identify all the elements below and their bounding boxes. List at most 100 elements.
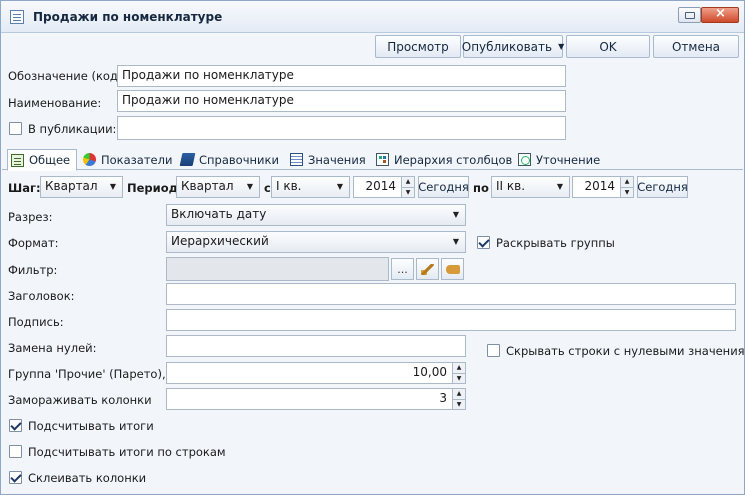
- spin-up-icon[interactable]: ▲: [452, 389, 465, 399]
- close-button[interactable]: ×: [701, 6, 739, 23]
- tab-general[interactable]: Общее: [7, 149, 77, 171]
- title-bar[interactable]: Продажи по номенклатуре ×: [1, 1, 744, 33]
- spin-up-icon[interactable]: ▲: [452, 363, 465, 373]
- window-title: Продажи по номенклатуре: [33, 10, 223, 24]
- section-value: Включать дату: [171, 207, 267, 221]
- period-label: Период:: [127, 181, 183, 195]
- brush-icon: [421, 263, 434, 275]
- zero-replace-field[interactable]: [166, 335, 466, 357]
- tab-references[interactable]: Справочники: [178, 149, 279, 170]
- freeze-columns-label: Замораживать колонки: [8, 393, 152, 407]
- today-from-button[interactable]: Сегодня: [418, 176, 469, 198]
- filter-clear-button[interactable]: [416, 258, 439, 280]
- zero-replace-label: Замена нулей:: [8, 341, 97, 355]
- calc-row-totals-checkbox[interactable]: [9, 445, 22, 458]
- filter-icon: [518, 153, 531, 166]
- to-year-value: 2014: [584, 179, 615, 193]
- merge-columns-checkbox[interactable]: [9, 471, 22, 484]
- hand-icon: [445, 264, 460, 274]
- from-quarter-select[interactable]: I кв. ▼: [271, 176, 350, 198]
- today-to-button[interactable]: Сегодня: [637, 176, 688, 198]
- tab-indicators[interactable]: Показатели: [80, 149, 172, 170]
- tab-indicators-label: Показатели: [101, 152, 173, 167]
- calc-totals-label: Подсчитывать итоги: [28, 419, 154, 433]
- name-field[interactable]: Продажи по номенклатуре: [117, 90, 566, 112]
- document-icon: [11, 153, 24, 167]
- from-year-value: 2014: [365, 179, 396, 193]
- format-select[interactable]: Иерархический ▼: [166, 231, 466, 253]
- today-from-label: Сегодня: [418, 180, 469, 194]
- step-label: Шаг:: [8, 181, 41, 195]
- other-group-label: Группа 'Прочие' (Парето), %: [8, 367, 181, 381]
- other-group-spinner[interactable]: 10,00 ▲ ▼: [166, 362, 466, 384]
- publish-label: Опубликовать: [461, 39, 553, 54]
- freeze-columns-value: 3: [439, 391, 447, 405]
- format-label: Формат:: [8, 236, 59, 250]
- spin-up-icon[interactable]: ▲: [620, 177, 633, 187]
- section-select[interactable]: Включать дату ▼: [166, 204, 466, 226]
- tab-refinement[interactable]: Уточнение: [515, 149, 600, 170]
- period-select[interactable]: Квартал ▼: [176, 176, 260, 198]
- spin-up-icon[interactable]: ▲: [401, 177, 414, 187]
- calc-totals-checkbox[interactable]: [9, 419, 22, 432]
- chevron-down-icon: ▼: [109, 182, 116, 191]
- chevron-down-icon: ▼: [452, 237, 459, 246]
- report-settings-window: Продажи по номенклатуре × Просмотр Опубл…: [0, 0, 745, 495]
- heading-label: Заголовок:: [8, 289, 75, 303]
- table-icon: [290, 153, 303, 166]
- heading-field[interactable]: [166, 283, 736, 305]
- to-year-spinner[interactable]: 2014 ▲ ▼: [572, 176, 634, 198]
- other-group-value: 10,00: [412, 365, 447, 379]
- tab-general-label: Общее: [29, 153, 71, 167]
- publication-checkbox[interactable]: [9, 122, 22, 135]
- publish-dropdown-button[interactable]: Опубликовать ▼: [461, 35, 565, 58]
- name-label: Наименование:: [8, 96, 102, 110]
- tab-column-hierarchy-label: Иерархия столбцов: [394, 152, 513, 167]
- caption-field[interactable]: [166, 309, 736, 331]
- code-label: Обозначение (код):: [8, 69, 127, 83]
- chevron-down-icon: ▼: [452, 210, 459, 219]
- from-year-spinner[interactable]: 2014 ▲ ▼: [353, 176, 415, 198]
- hide-zero-rows-checkbox[interactable]: [487, 344, 500, 357]
- merge-columns-label: Склеивать колонки: [28, 471, 147, 485]
- report-icon: [10, 10, 24, 24]
- filter-pick-button[interactable]: [441, 258, 464, 280]
- to-quarter-value: II кв.: [496, 179, 526, 193]
- from-label: с: [264, 181, 271, 195]
- format-value: Иерархический: [171, 234, 269, 248]
- spin-down-icon[interactable]: ▼: [452, 399, 465, 409]
- cancel-button[interactable]: Отмена: [653, 35, 739, 58]
- filter-label: Фильтр:: [8, 263, 58, 277]
- tab-column-hierarchy[interactable]: Иерархия столбцов: [373, 149, 512, 170]
- close-icon: ×: [715, 6, 726, 21]
- from-quarter-value: I кв.: [276, 179, 302, 193]
- calc-row-totals-label: Подсчитывать итоги по строкам: [28, 445, 226, 459]
- tab-values-label: Значения: [308, 152, 366, 167]
- filter-field[interactable]: [166, 257, 389, 281]
- expand-groups-checkbox[interactable]: [477, 236, 490, 249]
- to-quarter-select[interactable]: II кв. ▼: [491, 176, 570, 198]
- ok-button[interactable]: OK: [566, 35, 650, 58]
- cancel-label: Отмена: [671, 39, 721, 54]
- filter-browse-label: ...: [397, 262, 408, 276]
- step-select[interactable]: Квартал ▼: [40, 176, 123, 198]
- spin-down-icon[interactable]: ▼: [620, 187, 633, 197]
- publication-field[interactable]: [117, 116, 566, 140]
- spin-down-icon[interactable]: ▼: [401, 187, 414, 197]
- tab-references-label: Справочники: [199, 152, 279, 167]
- ok-label: OK: [599, 39, 617, 54]
- hierarchy-icon: [376, 153, 389, 166]
- restore-icon: [685, 12, 695, 19]
- code-field[interactable]: Продажи по номенклатуре: [117, 65, 566, 87]
- pie-chart-icon: [83, 153, 96, 166]
- step-value: Квартал: [45, 179, 98, 193]
- tab-bar: Общее Показатели Справочники Значения Ие…: [2, 146, 743, 171]
- filter-browse-button[interactable]: ...: [391, 258, 414, 280]
- restore-button[interactable]: [678, 7, 701, 23]
- chevron-down-icon: ▼: [558, 42, 565, 51]
- freeze-columns-spinner[interactable]: 3 ▲ ▼: [166, 388, 466, 410]
- preview-button[interactable]: Просмотр: [375, 35, 461, 58]
- spin-down-icon[interactable]: ▼: [452, 373, 465, 383]
- caption-label: Подпись:: [8, 315, 64, 329]
- tab-values[interactable]: Значения: [287, 149, 366, 170]
